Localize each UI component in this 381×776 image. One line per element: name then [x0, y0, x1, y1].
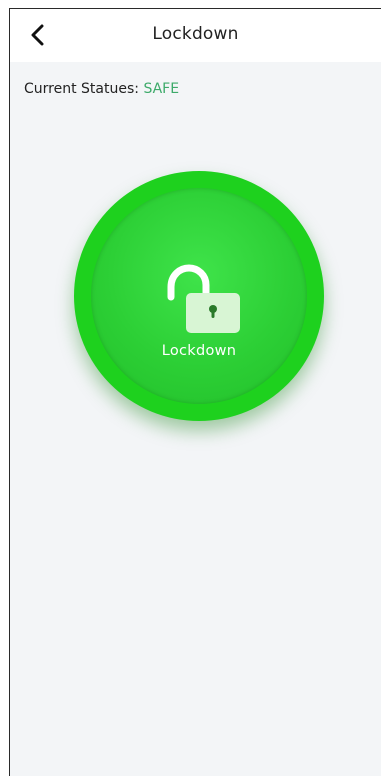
- lockdown-button-area: Lockdown: [74, 171, 324, 421]
- lockdown-button-label: Lockdown: [161, 343, 237, 359]
- status-label: Current Statues:: [24, 81, 139, 97]
- unlocked-padlock-icon: [167, 264, 240, 333]
- page-title: Lockdown: [152, 24, 239, 44]
- lockdown-screen: Lockdown Current Statues: SAFE Lockdown: [9, 8, 381, 776]
- lockdown-button[interactable]: Lockdown: [74, 171, 324, 421]
- top-bar: Lockdown: [10, 9, 381, 62]
- status-value: SAFE: [143, 81, 180, 97]
- lockdown-button-face: Lockdown: [91, 188, 307, 404]
- current-status: Current Statues: SAFE: [24, 81, 179, 97]
